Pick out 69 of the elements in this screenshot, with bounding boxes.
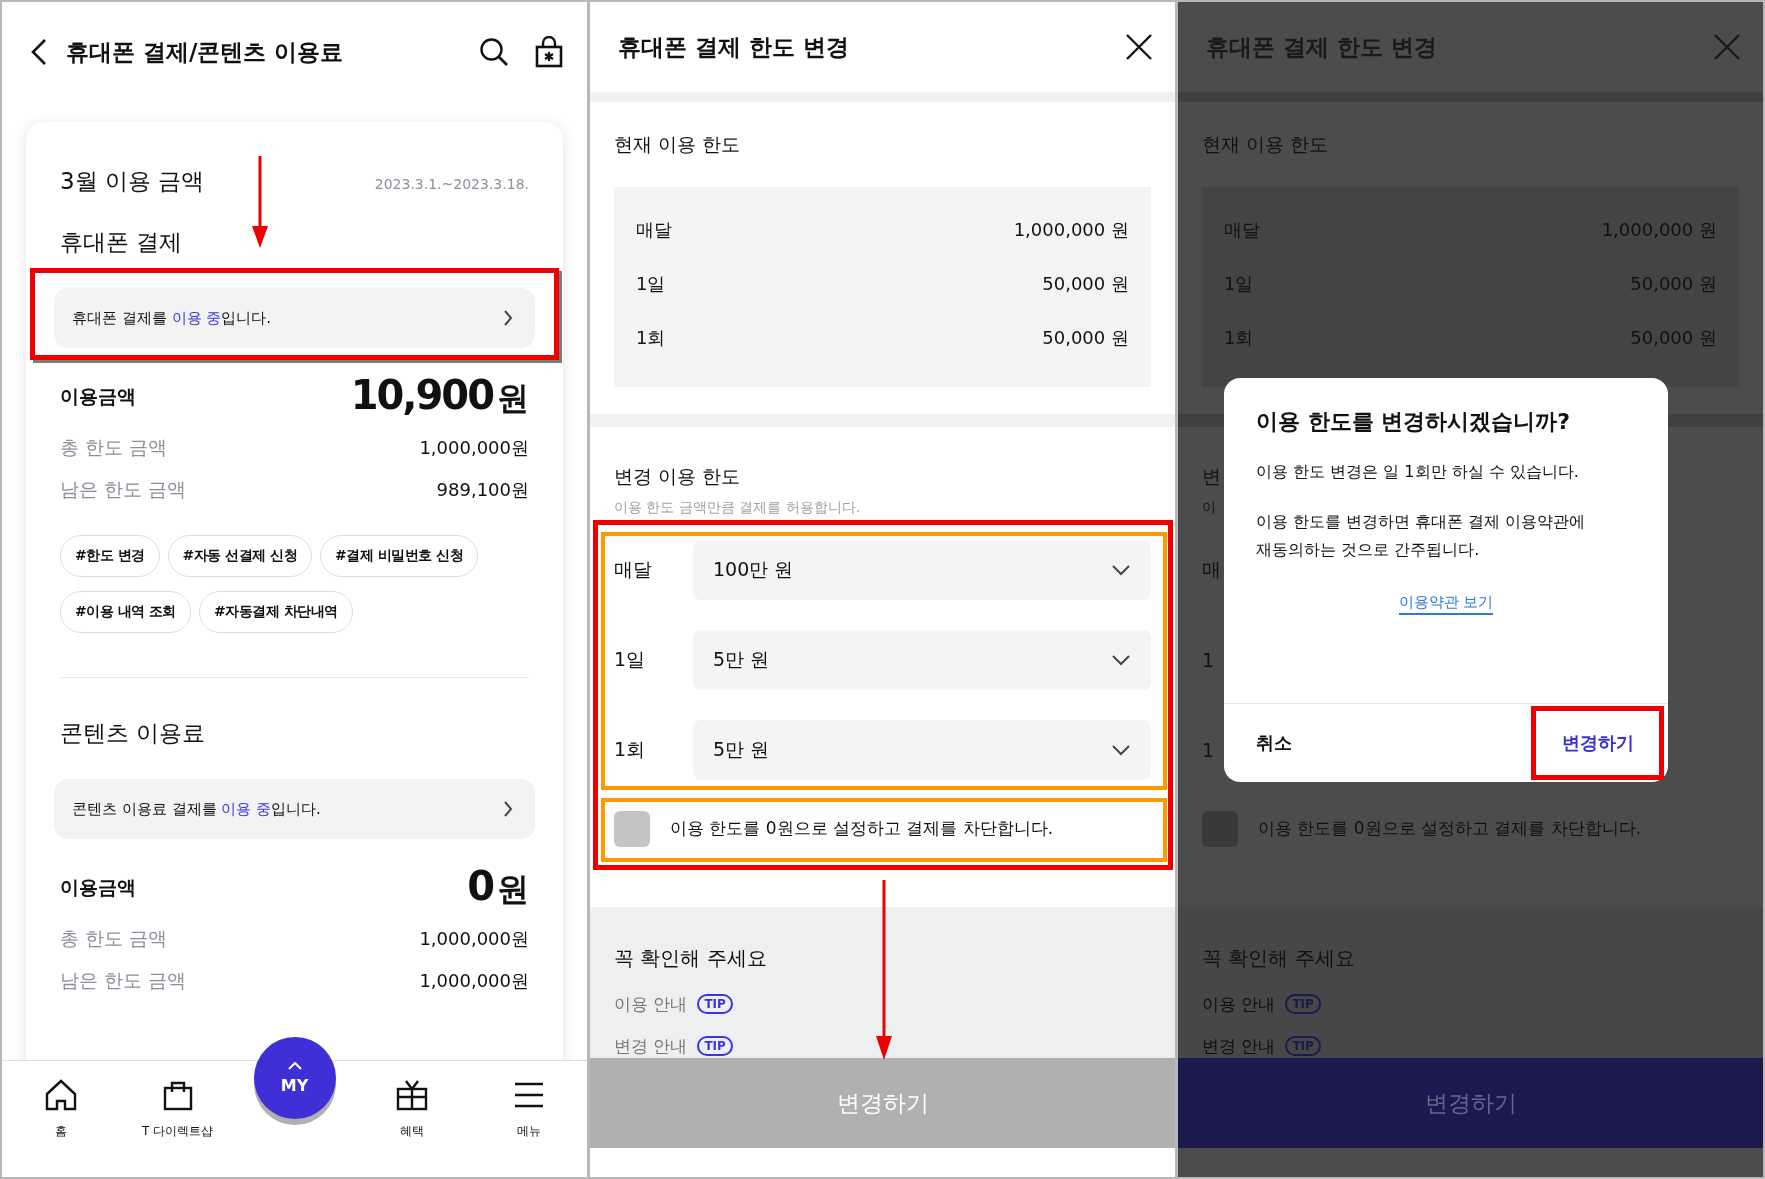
limit-label: 총 한도 금액: [60, 926, 168, 951]
select-label: 1회: [614, 737, 646, 762]
section-heading: 휴대폰 결제: [59, 228, 184, 257]
select-label: 매: [1202, 557, 1221, 582]
chevron-down-icon: [1111, 654, 1131, 666]
tip-badge: TIP: [697, 1036, 733, 1056]
select-label: 1: [1202, 739, 1215, 761]
dialog-title: 이용 한도를 변경하시겠습니까?: [1256, 408, 1572, 436]
status-row[interactable]: 콘텐츠 이용료 결제를 이용 중입니다.: [54, 779, 535, 839]
tip-badge: TIP: [697, 994, 733, 1014]
cancel-button[interactable]: 취소: [1256, 731, 1292, 755]
amount-value: 0원: [467, 863, 529, 911]
dialog-text: 이용 한도를 변경하면 휴대폰 결제 이용약관에 재동의하는 것으로 간주됩니다.: [1256, 511, 1587, 561]
nav-item[interactable]: T 다이렉트샵: [119, 1061, 236, 1177]
checkbox-label: 이용 한도를 0원으로 설정하고 결제를 차단합니다.: [1258, 817, 1642, 840]
limit-label: 남은 한도 금액: [60, 968, 187, 993]
period-text: 2023.3.1.~2023.3.18.: [374, 176, 529, 192]
close-icon[interactable]: [1125, 33, 1153, 61]
chevron-right-icon: [503, 800, 513, 818]
status-row[interactable]: 휴대폰 결제를 이용 중입니다.: [54, 288, 535, 348]
confirm-button[interactable]: 변경하기: [1531, 706, 1664, 780]
limit-value: 1,000,000원: [419, 927, 529, 951]
notice-heading: 꼭 확인해 주세요: [614, 945, 768, 972]
limit-value: 50,000 원: [1042, 326, 1129, 350]
limit-value: 50,000 원: [1042, 272, 1129, 296]
limit-label: 1회: [636, 326, 666, 350]
section-heading: 콘텐츠 이용료: [59, 719, 207, 748]
limit-value: 1,000,000 원: [1013, 218, 1129, 242]
bag-icon[interactable]: [535, 36, 563, 68]
section-heading: 현재 이용 한도: [1202, 132, 1329, 157]
nav-item[interactable]: 홈: [2, 1061, 119, 1177]
amount-value: 10,900원: [350, 372, 529, 420]
amount-dropdown[interactable]: 5만 원: [693, 720, 1151, 780]
select-label: 1일: [614, 647, 646, 672]
month-heading: 3월 이용 금액: [60, 167, 205, 196]
limit-label: 남은 한도 금액: [60, 477, 187, 502]
notice-link[interactable]: 변경 안내: [614, 1034, 688, 1058]
chevron-right-icon: [503, 309, 513, 327]
section-heading: 현재 이용 한도: [614, 132, 741, 157]
limit-value: 989,100원: [436, 478, 529, 502]
limit-label: 총 한도 금액: [60, 435, 168, 460]
dialog-text: 이용 한도 변경은 일 1회만 하실 수 있습니다.: [1256, 461, 1580, 483]
limit-value: 1,000,000원: [419, 436, 529, 460]
nav-item[interactable]: 혜택: [353, 1061, 470, 1177]
screen-title: 휴대폰 결제 한도 변경: [618, 32, 850, 62]
nav-item[interactable]: 메뉴: [470, 1061, 587, 1177]
section-heading: 변경 이용 한도: [614, 464, 741, 489]
amount-dropdown[interactable]: 5만 원: [693, 630, 1151, 690]
amount-label: 이용금액: [60, 874, 136, 900]
checkbox-label: 이용 한도를 0원으로 설정하고 결제를 차단합니다.: [670, 817, 1054, 840]
amount-label: 이용금액: [60, 383, 136, 409]
notice-link[interactable]: 이용 안내: [614, 992, 688, 1016]
terms-link[interactable]: 이용약관 보기: [1398, 593, 1494, 615]
limit-label: 매달: [636, 218, 672, 242]
chevron-down-icon: [1111, 744, 1131, 756]
back-icon[interactable]: [30, 37, 48, 67]
checkbox[interactable]: [614, 810, 650, 847]
select-label: 1: [1202, 649, 1215, 671]
amount-dropdown[interactable]: 100만 원: [693, 540, 1151, 600]
search-icon[interactable]: [479, 37, 509, 67]
chevron-down-icon: [1111, 564, 1131, 576]
section-heading: 변: [1202, 464, 1221, 489]
screen-title: 휴대폰 결제/콘텐츠 이용료: [66, 37, 344, 67]
hint-text: 이용 한도 금액만큼 결제를 허용합니다.: [614, 498, 861, 517]
hint-text: 이: [1202, 498, 1216, 517]
select-label: 매달: [614, 557, 652, 582]
limit-value: 1,000,000원: [419, 969, 529, 993]
limit-label: 1일: [636, 272, 666, 296]
caret-up-icon: [287, 1061, 302, 1070]
